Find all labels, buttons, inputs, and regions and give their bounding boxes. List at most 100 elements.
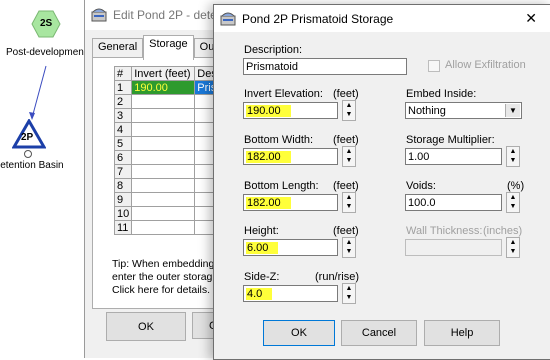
invert-cell[interactable] <box>131 164 196 179</box>
spin-up-icon[interactable]: ▲ <box>343 101 355 110</box>
invert-elevation-unit: (feet) <box>333 88 359 100</box>
tip-line: Tip: When embedding <box>112 258 215 270</box>
node-2p-marker-icon <box>24 150 32 158</box>
tip-line: enter the outer storag <box>112 271 213 283</box>
side-z-unit: (run/rise) <box>315 271 360 283</box>
row-number: 10 <box>113 206 133 221</box>
row-number: 5 <box>113 136 133 151</box>
voids-unit: (%) <box>507 180 525 192</box>
spin-down-icon[interactable]: ▼ <box>343 293 355 302</box>
invert-elevation-spinner[interactable]: ▲ ▼ <box>342 100 356 121</box>
side-z-label: Side-Z: <box>244 271 280 283</box>
description-input[interactable]: Prismatoid <box>243 58 407 75</box>
voids-value: 100.0 <box>408 196 436 209</box>
dialog-titlebar: Pond 2P Prismatoid Storage <box>214 5 550 32</box>
allow-exfiltration-checkbox[interactable] <box>428 60 440 72</box>
spin-up-icon: ▲ <box>509 239 517 246</box>
spin-up-icon[interactable]: ▲ <box>343 238 355 247</box>
spin-up-icon[interactable]: ▲ <box>343 193 355 202</box>
invert-elevation-label: Invert Elevation: <box>244 88 323 100</box>
chevron-down-icon[interactable]: ▼ <box>505 104 520 117</box>
bottom-width-input[interactable]: 182.00 <box>243 148 338 165</box>
row-number: 6 <box>113 150 133 165</box>
description-value: Prismatoid <box>246 60 298 73</box>
spin-down-icon[interactable]: ▼ <box>343 156 355 165</box>
storage-multiplier-spinner[interactable]: ▲ ▼ <box>506 146 520 167</box>
row-number: 11 <box>113 220 133 235</box>
allow-exfiltration-label: Allow Exfiltration <box>445 59 526 71</box>
ok-button[interactable]: OK <box>263 320 335 346</box>
bottom-length-input[interactable]: 182.00 <box>243 194 338 211</box>
invert-cell[interactable] <box>131 122 196 137</box>
app-icon <box>91 8 107 22</box>
node-2s-id: 2S <box>40 18 53 29</box>
invert-cell[interactable] <box>131 220 196 235</box>
invert-cell[interactable] <box>131 192 196 207</box>
bottom-width-value: 182.00 <box>246 150 291 163</box>
spin-down-icon[interactable]: ▼ <box>343 110 355 119</box>
dialog-title: Pond 2P Prismatoid Storage <box>242 11 394 26</box>
wall-thickness-unit: (inches) <box>483 225 523 237</box>
height-spinner[interactable]: ▲ ▼ <box>342 237 356 258</box>
storage-multiplier-label: Storage Multiplier: <box>406 134 495 146</box>
row-number: 1 <box>113 80 133 95</box>
row-number: 9 <box>113 192 133 207</box>
height-input[interactable]: 6.00 <box>243 239 338 256</box>
row-number: 8 <box>113 178 133 193</box>
invert-cell[interactable]: 190.00 <box>131 80 196 95</box>
height-value: 6.00 <box>246 241 279 254</box>
voids-input[interactable]: 100.0 <box>405 194 502 211</box>
voids-spinner[interactable]: ▲ ▼ <box>506 192 520 213</box>
spin-up-icon[interactable]: ▲ <box>343 147 355 156</box>
storage-multiplier-input[interactable]: 1.00 <box>405 148 502 165</box>
description-label: Description: <box>244 44 303 56</box>
height-label: Height: <box>244 225 279 237</box>
row-number: 4 <box>113 122 133 137</box>
spin-down-icon[interactable]: ▼ <box>507 156 519 165</box>
invert-cell[interactable] <box>131 136 196 151</box>
side-z-value: 4.0 <box>246 287 273 300</box>
node-2s-label: Post-development <box>6 47 87 58</box>
wall-thickness-label: Wall Thickness: <box>406 225 483 237</box>
spin-down-icon: ▼ <box>509 248 517 255</box>
storage-tip[interactable]: Tip: When embedding enter the outer stor… <box>112 258 214 297</box>
spin-down-icon[interactable]: ▼ <box>343 202 355 211</box>
invert-elevation-value: 190.00 <box>246 104 291 117</box>
wall-thickness-input <box>405 239 502 256</box>
tab-general[interactable]: General <box>92 38 144 59</box>
invert-cell[interactable] <box>131 206 196 221</box>
bottom-width-unit: (feet) <box>333 134 359 146</box>
node-2p-id: 2P <box>21 132 34 143</box>
storage-multiplier-value: 1.00 <box>408 150 430 163</box>
embed-inside-select[interactable]: Nothing ▼ <box>405 102 522 119</box>
voids-label: Voids: <box>406 180 436 192</box>
invert-cell[interactable] <box>131 94 196 109</box>
close-icon[interactable]: ✕ <box>525 10 537 27</box>
invert-cell[interactable] <box>131 108 196 123</box>
invert-cell[interactable] <box>131 178 196 193</box>
row-number: 3 <box>113 108 133 123</box>
bottom-width-label: Bottom Width: <box>244 134 314 146</box>
spin-up-icon[interactable]: ▲ <box>507 147 519 156</box>
bottom-length-spinner[interactable]: ▲ ▼ <box>342 192 356 213</box>
help-button[interactable]: Help <box>424 320 500 346</box>
back-ok-button[interactable]: OK <box>106 312 186 341</box>
side-z-input[interactable]: 4.0 <box>243 285 338 302</box>
row-number: 2 <box>113 94 133 109</box>
bottom-width-spinner[interactable]: ▲ ▼ <box>342 146 356 167</box>
invert-elevation-input[interactable]: 190.00 <box>243 102 338 119</box>
invert-cell[interactable] <box>131 150 196 165</box>
node-2p-label: Detention Basin <box>0 160 64 171</box>
cancel-button[interactable]: Cancel <box>341 320 417 346</box>
spin-up-icon[interactable]: ▲ <box>343 284 355 293</box>
grid-header-invert: Invert (feet) <box>131 66 196 81</box>
tab-storage[interactable]: Storage <box>143 35 194 60</box>
grid-header-number: # <box>113 66 133 81</box>
spin-down-icon[interactable]: ▼ <box>507 202 519 211</box>
spin-down-icon[interactable]: ▼ <box>343 247 355 256</box>
spin-up-icon[interactable]: ▲ <box>507 193 519 202</box>
edit-pond-tabs: General Storage Ou <box>92 35 221 60</box>
side-z-spinner[interactable]: ▲ ▼ <box>342 283 356 304</box>
bottom-length-unit: (feet) <box>333 180 359 192</box>
app-icon <box>220 12 236 25</box>
